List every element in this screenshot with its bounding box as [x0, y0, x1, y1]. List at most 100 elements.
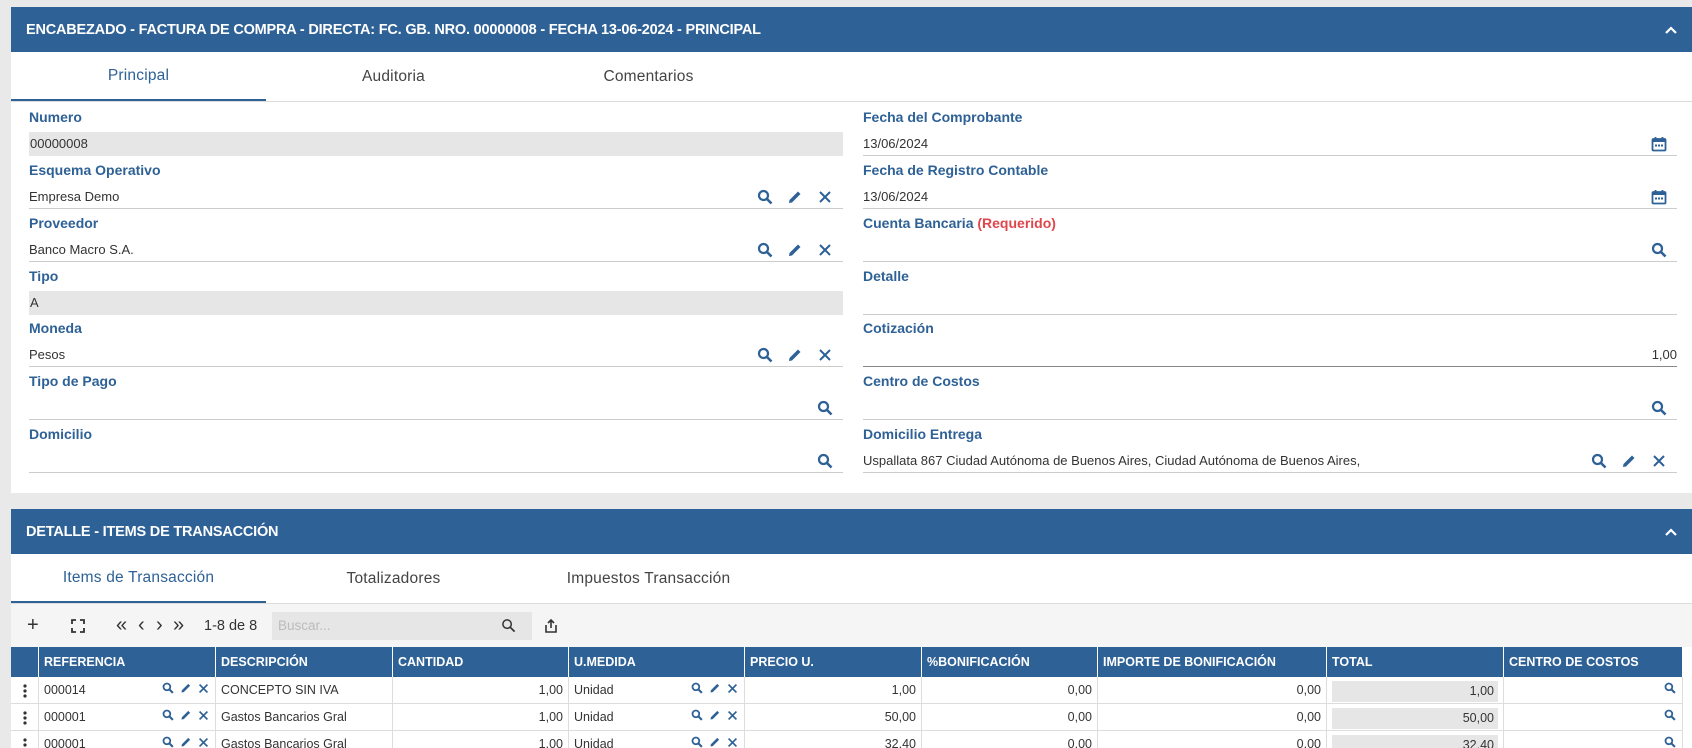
clear-x-icon[interactable]: [198, 731, 209, 748]
moneda-input[interactable]: Pesos: [29, 343, 843, 367]
add-button[interactable]: +: [27, 604, 39, 647]
search-icon[interactable]: [1664, 677, 1676, 703]
cell-importe-bonificacion[interactable]: 0,00: [1098, 731, 1327, 748]
tab-principal[interactable]: Principal: [11, 52, 266, 101]
search-input[interactable]: Buscar...: [272, 612, 532, 640]
col-bonificacion[interactable]: %BONIFICACIÓN: [922, 647, 1098, 677]
cell-precio[interactable]: 1,00: [745, 677, 922, 703]
edit-pencil-icon[interactable]: [709, 677, 721, 703]
col-importe-bonificacion[interactable]: IMPORTE DE BONIFICACIÓN: [1098, 647, 1327, 677]
next-page-button[interactable]: ›: [156, 604, 163, 647]
clear-x-icon[interactable]: [727, 731, 738, 748]
clear-x-icon[interactable]: [815, 240, 835, 260]
cell-umedida[interactable]: Unidad: [569, 677, 745, 703]
row-menu-icon[interactable]: [11, 731, 39, 748]
search-icon[interactable]: [162, 704, 174, 730]
tab-impuestos-transaccion[interactable]: Impuestos Transacción: [521, 554, 776, 603]
cell-cantidad[interactable]: 1,00: [393, 704, 569, 730]
table-row[interactable]: 000001 Gastos Bancarios Gral 1,00 Unidad 32,…: [11, 731, 1683, 748]
cell-descripcion[interactable]: Gastos Bancarios Gral: [216, 704, 393, 730]
cell-umedida[interactable]: Unidad: [569, 704, 745, 730]
col-descripcion[interactable]: DESCRIPCIÓN: [216, 647, 393, 677]
collapse-chevron-icon[interactable]: [1664, 524, 1678, 540]
table-row[interactable]: 000001 Gastos Bancarios Gral 1,00 Unidad 50,…: [11, 704, 1683, 731]
edit-pencil-icon[interactable]: [785, 240, 805, 260]
edit-pencil-icon[interactable]: [1619, 451, 1639, 471]
col-precio[interactable]: PRECIO U.: [745, 647, 922, 677]
expand-icon[interactable]: [71, 604, 85, 647]
edit-pencil-icon[interactable]: [785, 187, 805, 207]
search-icon[interactable]: [162, 731, 174, 748]
search-icon[interactable]: [755, 187, 775, 207]
clear-x-icon[interactable]: [198, 677, 209, 703]
cell-precio[interactable]: 50,00: [745, 704, 922, 730]
row-menu-icon[interactable]: [11, 704, 39, 730]
clear-x-icon[interactable]: [727, 704, 738, 730]
edit-pencil-icon[interactable]: [180, 677, 192, 703]
last-page-button[interactable]: »: [173, 604, 184, 647]
cell-bonificacion[interactable]: 0,00: [922, 677, 1098, 703]
domicilio-entrega-input[interactable]: Uspallata 867 Ciudad Autónoma de Buenos …: [863, 449, 1677, 473]
search-icon[interactable]: [1649, 398, 1669, 418]
cell-importe-bonificacion[interactable]: 0,00: [1098, 677, 1327, 703]
edit-pencil-icon[interactable]: [709, 704, 721, 730]
clear-x-icon[interactable]: [198, 704, 209, 730]
clear-x-icon[interactable]: [815, 345, 835, 365]
search-icon[interactable]: [1664, 704, 1676, 730]
first-page-button[interactable]: «: [116, 604, 127, 647]
cell-precio[interactable]: 32,40: [745, 731, 922, 748]
tab-comentarios[interactable]: Comentarios: [521, 52, 776, 101]
header-panel-title-bar[interactable]: ENCABEZADO - FACTURA DE COMPRA - DIRECTA…: [11, 7, 1692, 52]
search-icon[interactable]: [815, 398, 835, 418]
detalle-input[interactable]: [863, 291, 1677, 315]
cell-centro-costos[interactable]: [1504, 677, 1683, 703]
proveedor-input[interactable]: Banco Macro S.A.: [29, 238, 843, 262]
cotizacion-input[interactable]: 1,00: [863, 343, 1677, 367]
tab-items-transaccion[interactable]: Items de Transacción: [11, 554, 266, 603]
col-total[interactable]: TOTAL: [1327, 647, 1504, 677]
col-umedida[interactable]: U.MEDIDA: [569, 647, 745, 677]
cell-centro-costos[interactable]: [1504, 731, 1683, 748]
search-icon[interactable]: [755, 345, 775, 365]
search-icon[interactable]: [691, 677, 703, 703]
clear-x-icon[interactable]: [815, 187, 835, 207]
edit-pencil-icon[interactable]: [180, 731, 192, 748]
col-centro-costos[interactable]: CENTRO DE COSTOS: [1504, 647, 1683, 677]
clear-x-icon[interactable]: [1649, 451, 1669, 471]
clear-x-icon[interactable]: [727, 677, 738, 703]
tipo-pago-input[interactable]: [29, 396, 843, 420]
search-icon[interactable]: [755, 240, 775, 260]
col-cantidad[interactable]: CANTIDAD: [393, 647, 569, 677]
search-icon[interactable]: [691, 704, 703, 730]
table-row[interactable]: 000014 CONCEPTO SIN IVA 1,00 Unidad 1,00 0,00…: [11, 677, 1683, 704]
search-icon[interactable]: [1664, 731, 1676, 748]
cell-bonificacion[interactable]: 0,00: [922, 731, 1098, 748]
fecha-registro-input[interactable]: 13/06/2024: [863, 185, 1677, 209]
fecha-comprobante-input[interactable]: 13/06/2024: [863, 132, 1677, 156]
detail-panel-title-bar[interactable]: DETALLE - ITEMS DE TRANSACCIÓN: [11, 509, 1692, 554]
cell-centro-costos[interactable]: [1504, 704, 1683, 730]
cell-cantidad[interactable]: 1,00: [393, 677, 569, 703]
search-icon[interactable]: [815, 451, 835, 471]
collapse-chevron-icon[interactable]: [1664, 22, 1678, 38]
cell-total[interactable]: 1,00: [1327, 677, 1504, 703]
export-icon[interactable]: [543, 604, 559, 647]
edit-pencil-icon[interactable]: [180, 704, 192, 730]
tab-totalizadores[interactable]: Totalizadores: [266, 554, 521, 603]
calendar-icon[interactable]: [1649, 134, 1669, 154]
search-icon[interactable]: [162, 677, 174, 703]
cell-umedida[interactable]: Unidad: [569, 731, 745, 748]
prev-page-button[interactable]: ‹: [138, 604, 145, 647]
col-referencia[interactable]: REFERENCIA: [39, 647, 216, 677]
domicilio-input[interactable]: [29, 449, 843, 473]
edit-pencil-icon[interactable]: [785, 345, 805, 365]
esquema-input[interactable]: Empresa Demo: [29, 185, 843, 209]
cell-descripcion[interactable]: CONCEPTO SIN IVA: [216, 677, 393, 703]
cell-referencia[interactable]: 000014: [39, 677, 216, 703]
centro-costos-input[interactable]: [863, 396, 1677, 420]
search-icon[interactable]: [1589, 451, 1609, 471]
cell-total[interactable]: 50,00: [1327, 704, 1504, 730]
search-icon[interactable]: [1649, 240, 1669, 260]
cell-bonificacion[interactable]: 0,00: [922, 704, 1098, 730]
search-icon[interactable]: [501, 604, 516, 647]
